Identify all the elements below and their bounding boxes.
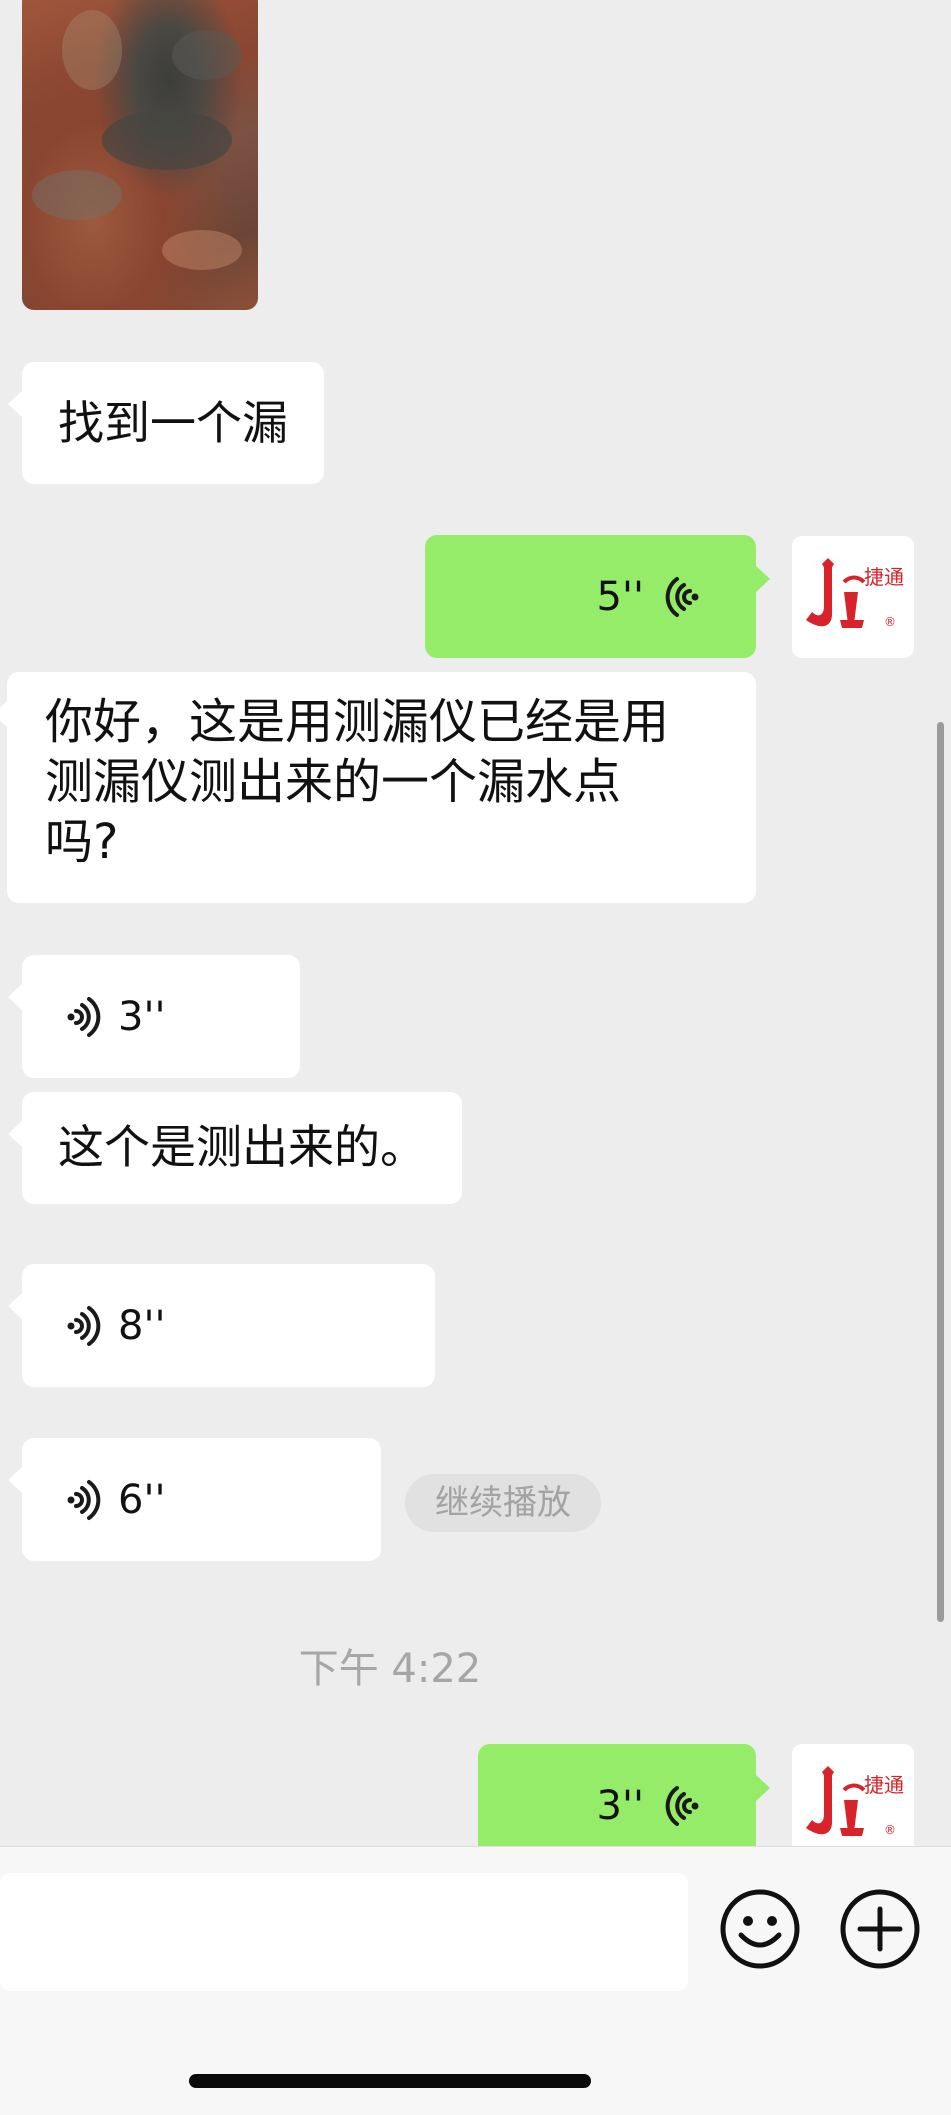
continue-play-button[interactable]: 继续播放 xyxy=(405,1474,601,1532)
photo-patch xyxy=(162,230,242,270)
incoming-text-message[interactable]: 你好，这是用测漏仪已经是用 测漏仪测出来的一个漏水点 吗? xyxy=(0,672,756,903)
message-line: 吗? xyxy=(45,814,119,870)
incoming-voice-message[interactable]: 3'' xyxy=(8,955,300,1078)
chat-messages[interactable]: 找到一个漏 5'' 捷通 ® 你好，这是用测漏仪已经是用 测漏仪测出来的一个漏水… xyxy=(0,0,951,1846)
voice-wave-icon xyxy=(665,576,699,617)
photo-patch xyxy=(102,110,232,170)
voice-duration: 8'' xyxy=(118,1302,166,1349)
trademark-mark: ® xyxy=(884,615,896,629)
message-input[interactable] xyxy=(0,1873,688,1991)
voice-duration: 3'' xyxy=(596,1782,644,1829)
voice-wave-icon xyxy=(67,1479,101,1520)
emoji-icon[interactable] xyxy=(718,1887,802,1971)
voice-duration: 5'' xyxy=(596,573,644,620)
incoming-voice-message[interactable]: 6'' xyxy=(8,1438,381,1561)
message-text: 找到一个漏 xyxy=(58,396,288,450)
incoming-text-message[interactable]: 找到一个漏 xyxy=(8,362,324,484)
voice-duration: 3'' xyxy=(118,993,166,1040)
incoming-text-message[interactable]: 这个是测出来的。 xyxy=(8,1092,462,1204)
jietong-logo-icon: 捷通 ® xyxy=(806,1766,904,1837)
voice-wave-icon xyxy=(67,1305,101,1346)
input-bar xyxy=(0,1846,951,2115)
scrollbar[interactable] xyxy=(937,722,944,1622)
message-timestamp: 下午 4:22 xyxy=(298,1646,482,1692)
logo-text: 捷通 xyxy=(864,565,904,589)
trademark-mark: ® xyxy=(884,1823,896,1837)
message-text: 这个是测出来的。 xyxy=(58,1120,426,1174)
voice-wave-icon xyxy=(665,1785,699,1826)
logo-text: 捷通 xyxy=(864,1773,904,1797)
message-line: 你好，这是用测漏仪已经是用 xyxy=(45,694,670,750)
home-indicator[interactable] xyxy=(189,2074,591,2088)
my-avatar[interactable]: 捷通 ® xyxy=(792,536,914,658)
photo-patch xyxy=(62,10,122,90)
outgoing-voice-message[interactable]: 3'' xyxy=(478,1744,770,1846)
photo-patch xyxy=(172,30,242,80)
outgoing-voice-message[interactable]: 5'' xyxy=(425,535,770,658)
message-line: 测漏仪测出来的一个漏水点 xyxy=(45,754,622,810)
voice-wave-icon xyxy=(67,996,101,1037)
my-avatar[interactable]: 捷通 ® xyxy=(792,1744,914,1846)
voice-duration: 6'' xyxy=(118,1476,166,1523)
photo-patch xyxy=(32,170,122,220)
jietong-logo-icon: 捷通 ® xyxy=(806,558,904,629)
incoming-voice-message[interactable]: 8'' xyxy=(8,1264,435,1387)
plus-icon[interactable] xyxy=(838,1887,922,1971)
image-message[interactable] xyxy=(22,0,258,310)
